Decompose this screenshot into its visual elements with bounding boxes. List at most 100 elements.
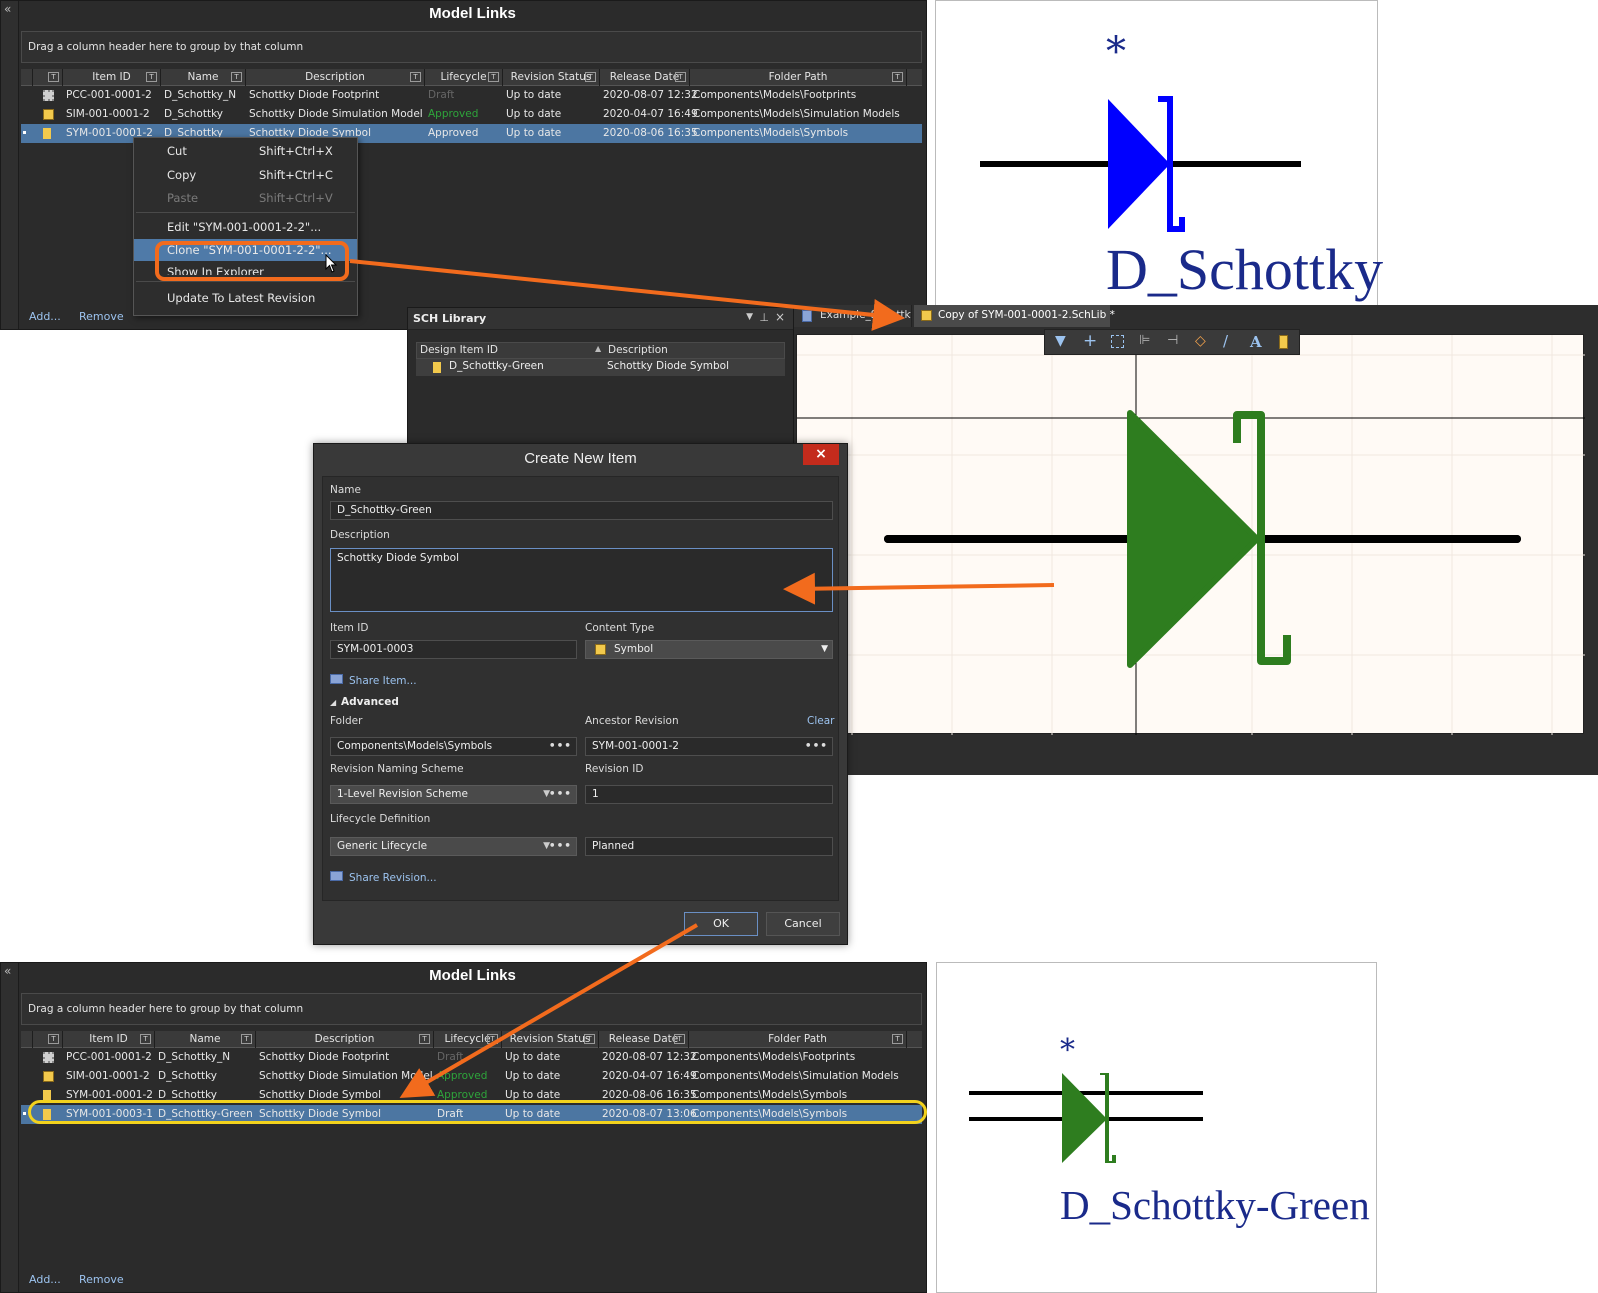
menu-item-update[interactable]: Update To Latest Revision [134,287,357,309]
filter-icon[interactable]: T [487,1034,498,1044]
browse-button[interactable]: ••• [549,838,572,855]
filter-icon[interactable]: T [140,1034,151,1044]
table-row[interactable]: PCC-001-0001-2 D_Schottky_N Schottky Dio… [21,1048,922,1067]
filter-icon[interactable]: T [419,1034,430,1044]
component-icon[interactable] [1279,335,1288,349]
col-release-date[interactable]: Release Date T [599,1031,689,1048]
clear-link[interactable]: Clear [807,715,834,727]
revision-id-label: Revision ID [585,763,644,775]
filter-icon[interactable]: T [231,72,242,82]
filter-icon[interactable]: T [488,72,499,82]
name-input[interactable]: D_Schottky-Green [330,501,833,520]
symbol-icon [433,362,441,373]
ok-button[interactable]: OK [684,912,758,936]
collapse-icon[interactable]: « [4,2,11,16]
description-label: Description [330,529,390,541]
folder-input[interactable]: Components\Models\Symbols ••• [330,737,577,756]
filter-icon[interactable]: T [892,72,903,82]
col-item-id[interactable]: Item ID T [63,69,161,86]
close-button[interactable]: × [803,444,839,465]
menu-item-cut[interactable]: Cut Shift+Ctrl+X [134,140,357,162]
table-row[interactable]: SIM-001-0001-2 D_Schottky Schottky Diode… [21,105,922,124]
advanced-section[interactable]: Advanced [341,696,399,708]
col-description[interactable]: Description T [256,1031,434,1048]
panel-side-strip[interactable]: « [1,963,19,1292]
filter-icon[interactable]: T [48,1034,59,1044]
remove-link[interactable]: Remove [79,1273,124,1286]
menu-item-edit[interactable]: Edit "SYM-001-0001-2-2"... [134,216,357,238]
lifecycle-state-field: Planned [585,837,833,856]
pin-icon[interactable]: ⊥ [759,311,769,324]
filter-icon[interactable]: T [146,72,157,82]
pin-place-icon[interactable]: ⊣ [1167,333,1178,348]
share-revision-link[interactable]: Share Revision... [349,872,437,884]
col-name[interactable]: Name T [155,1031,256,1048]
share-item-link[interactable]: Share Item... [349,675,417,687]
row-indicator [23,131,26,134]
filter-icon[interactable]: T [892,1034,903,1044]
filter-icon[interactable]: T [410,72,421,82]
col-release-date[interactable]: Release Date T [600,69,690,86]
menu-item-paste[interactable]: Paste Shift+Ctrl+V [134,187,357,209]
remove-link[interactable]: Remove [79,310,124,323]
col-lifecycle[interactable]: Lifecycle T [425,69,503,86]
table-row[interactable]: SIM-001-0001-2 D_Schottky Schottky Diode… [21,1067,922,1086]
add-link[interactable]: Add... [29,310,61,323]
add-link[interactable]: Add... [29,1273,61,1286]
item-id-input[interactable]: SYM-001-0003 [330,640,577,659]
filter-icon[interactable]: T [675,72,686,82]
row-indicator [23,1112,26,1115]
revision-id-input[interactable]: 1 [585,785,833,804]
filter-icon[interactable]: T [584,1034,595,1044]
collapse-triangle-icon[interactable]: ◢ [330,698,336,707]
model-links-panel-bottom: « Model Links Drag a column header here … [0,962,927,1293]
ancestor-revision-label: Ancestor Revision [585,715,679,727]
cancel-button[interactable]: Cancel [766,912,840,936]
filter-icon[interactable]: T [48,72,59,82]
move-icon[interactable]: + [1083,331,1097,351]
collapse-icon[interactable]: « [4,964,11,978]
col-folder-path[interactable]: Folder Path T [689,1031,907,1048]
col-name[interactable]: Name T [161,69,246,86]
col-revision-status[interactable]: Revision Status T [503,69,600,86]
lifecycle-dropdown[interactable]: Generic Lifecycle ▼ ••• [330,837,577,856]
col-description[interactable]: Description T [246,69,425,86]
footprint-icon [43,90,54,101]
menu-item-copy[interactable]: Copy Shift+Ctrl+C [134,164,357,186]
tab-example[interactable]: Example_Schottky [794,305,912,327]
table-row[interactable]: PCC-001-0001-2 D_Schottky_N Schottky Dio… [21,86,922,105]
panel-side-strip[interactable]: « [1,1,19,329]
filter-icon[interactable]: T [585,72,596,82]
symbol-comment: D_Schottky-Green [1060,1182,1370,1228]
description-input[interactable]: Schottky Diode Symbol [330,548,833,612]
line-icon[interactable]: / [1223,332,1228,350]
align-icon[interactable]: ⊫ [1139,333,1150,348]
col-design-item-id[interactable]: Design Item ID [420,344,498,356]
group-by-area[interactable]: Drag a column header here to group by th… [21,31,922,63]
panel-menu-icon[interactable]: ▼ [746,312,753,322]
filter-icon[interactable]: T [674,1034,685,1044]
content-type-dropdown[interactable]: Symbol ▼ [585,640,833,659]
filter-icon[interactable]: ▼ [1055,333,1066,349]
fill-icon[interactable]: ◇ [1195,333,1206,349]
library-item-row[interactable]: D_Schottky-Green Schottky Diode Symbol [416,359,785,376]
browse-button[interactable]: ••• [549,738,572,755]
active-bar-toolbar: ▼ + ⊫ ⊣ ◇ / A [1044,329,1300,355]
group-by-area[interactable]: Drag a column header here to group by th… [21,993,922,1025]
browse-button[interactable]: ••• [549,786,572,803]
tab-copy-schlib[interactable]: Copy of SYM-001-0001-2.SchLib * [914,305,1115,327]
col-description[interactable]: Description [608,344,668,356]
naming-scheme-dropdown[interactable]: 1-Level Revision Scheme ▼ ••• [330,785,577,804]
panel-title: Model Links [429,5,516,22]
filter-icon[interactable]: T [241,1034,252,1044]
col-folder-path[interactable]: Folder Path T [690,69,907,86]
col-item-id[interactable]: Item ID T [63,1031,155,1048]
schematic-canvas[interactable] [796,334,1585,735]
close-icon[interactable]: × [775,310,785,324]
col-revision-status[interactable]: Revision Status T [502,1031,599,1048]
text-icon[interactable]: A [1250,333,1262,351]
col-lifecycle[interactable]: Lifecycle T [434,1031,502,1048]
select-icon[interactable] [1111,335,1124,348]
browse-button[interactable]: ••• [805,738,828,755]
ancestor-revision-input[interactable]: SYM-001-0001-2 ••• [585,737,833,756]
